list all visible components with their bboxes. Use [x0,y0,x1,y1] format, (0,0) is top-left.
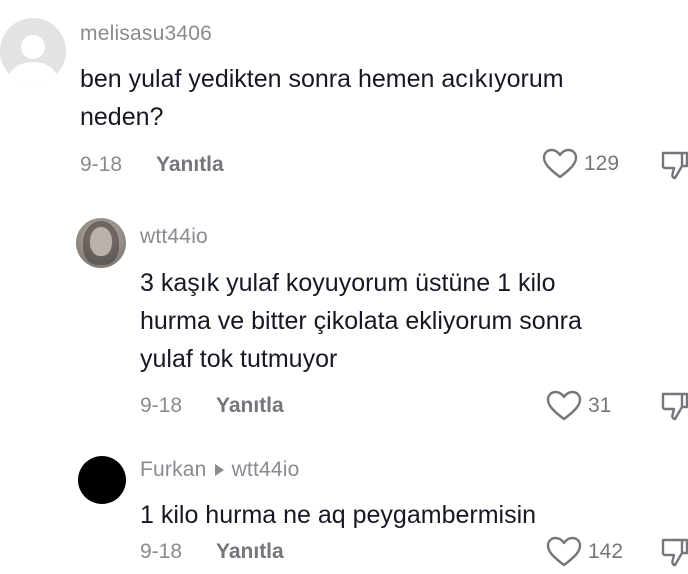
like-button[interactable]: 31 [546,390,611,422]
default-profile-icon [21,35,45,59]
dislike-icon [661,538,688,567]
avatar[interactable] [76,218,126,268]
dislike-button[interactable] [660,390,688,427]
reply-arrow-icon [214,464,224,476]
comment-username[interactable]: melisasu3406 [80,22,212,46]
comment-text: 3 kaşık yulaf koyuyorum üstüne 1 kilo hu… [140,269,582,373]
dislike-icon [661,392,688,421]
heart-icon [546,536,582,567]
dislike-button[interactable] [660,536,688,573]
avatar[interactable] [0,18,66,84]
like-count: 31 [588,394,612,417]
reply-button[interactable]: Yanıtla [216,394,284,418]
comment-date: 9-18 [80,153,123,176]
comment-text: 1 kilo hurma ne aq peygambermisin [140,501,537,529]
like-button[interactable]: 129 [542,148,619,180]
reply-button[interactable]: Yanıtla [156,153,224,177]
dislike-button[interactable] [660,149,688,186]
heart-icon [542,148,578,179]
like-button[interactable]: 142 [546,536,623,568]
heart-icon [546,390,582,421]
reply-button[interactable]: Yanıtla [216,540,284,564]
like-count: 142 [588,540,624,563]
comment-date: 9-18 [140,394,183,417]
reply-to-user[interactable]: wtt44io [232,458,300,482]
dislike-icon [661,151,688,180]
like-count: 129 [584,152,620,175]
reply-author[interactable]: Furkan [140,458,207,482]
comment-date: 9-18 [140,540,183,563]
comment-username[interactable]: wtt44io [140,225,208,249]
avatar[interactable] [78,456,126,504]
comment-text: ben yulaf yedikten sonra hemen acıkıyoru… [80,65,564,131]
comment-username: Furkan wtt44io [140,458,300,482]
